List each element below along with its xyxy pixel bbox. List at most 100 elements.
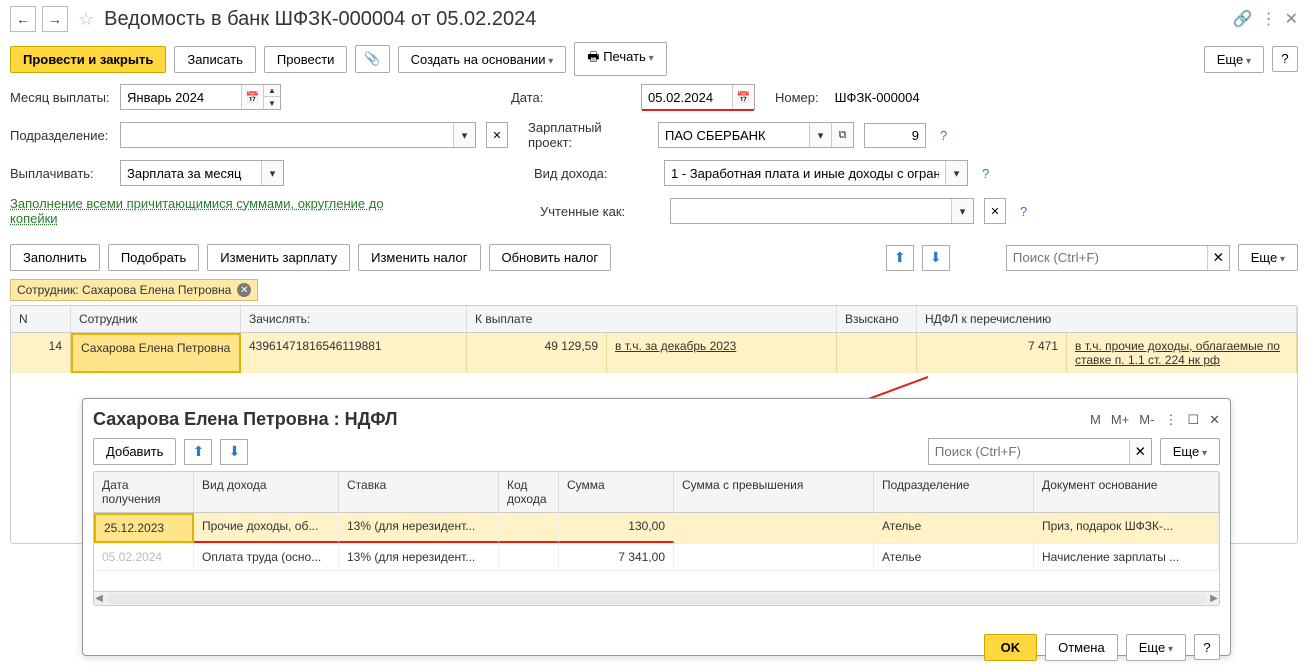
dept-dropdown-icon[interactable]: ▾ [453, 123, 475, 147]
search-input[interactable] [1007, 246, 1207, 269]
popup-search-input[interactable] [929, 440, 1129, 463]
post-button[interactable]: Провести [264, 46, 348, 73]
print-button[interactable]: 🖶 Печать [574, 42, 666, 76]
popup-search-clear-button[interactable]: ✕ [1129, 440, 1151, 464]
popup-move-down-button[interactable]: ⬇ [220, 439, 248, 465]
fill-button[interactable]: Заполнить [10, 244, 100, 271]
mem-mplus-icon[interactable]: М+ [1111, 412, 1129, 427]
month-input[interactable] [121, 86, 241, 109]
mem-m-icon[interactable]: М [1090, 412, 1101, 427]
pth-code[interactable]: Код дохода [499, 472, 559, 512]
more-button[interactable]: Еще [1204, 46, 1264, 73]
update-tax-button[interactable]: Обновить налог [489, 244, 612, 271]
project-help-icon[interactable]: ? [940, 128, 947, 143]
project-num-input[interactable] [865, 124, 925, 147]
income-type-input[interactable] [665, 162, 945, 185]
attach-button[interactable]: 📎 [355, 45, 389, 73]
project-dropdown-icon[interactable]: ▾ [809, 123, 831, 147]
popup-help-button[interactable]: ? [1194, 634, 1220, 660]
ptd-date[interactable]: 25.12.2023 [94, 513, 194, 543]
th-n[interactable]: N [11, 306, 71, 332]
help-button[interactable]: ? [1272, 46, 1298, 72]
popup-maximize-icon[interactable]: ☐ [1187, 412, 1199, 428]
date-calendar-icon[interactable]: 📅 [732, 85, 754, 109]
pth-rate[interactable]: Ставка [339, 472, 499, 512]
popup-table: Дата получения Вид дохода Ставка Код дох… [93, 471, 1220, 606]
close-icon[interactable]: ✕ [1285, 9, 1298, 29]
pick-button[interactable]: Подобрать [108, 244, 199, 271]
pth-doc[interactable]: Документ основание [1034, 472, 1219, 512]
pth-date[interactable]: Дата получения [94, 472, 194, 512]
td-employee[interactable]: Сахарова Елена Петровна [71, 333, 241, 373]
project-input[interactable] [659, 124, 809, 147]
pth-excess[interactable]: Сумма с превышения [674, 472, 874, 512]
accounted-clear-button[interactable]: ✕ [984, 198, 1006, 224]
pay-dropdown-icon[interactable]: ▾ [261, 161, 283, 185]
link-icon[interactable]: 🔗 [1233, 9, 1253, 29]
ptd-type: Оплата труда (осно... [194, 544, 339, 570]
filter-chip-label: Сотрудник: [17, 283, 79, 297]
income-dropdown-icon[interactable]: ▾ [945, 161, 967, 185]
move-down-button[interactable]: ⬇ [922, 245, 950, 271]
save-button[interactable]: Записать [174, 46, 256, 73]
popup-cancel-button[interactable]: Отмена [1045, 634, 1118, 661]
post-close-button[interactable]: Провести и закрыть [10, 46, 166, 73]
actions-more-button[interactable]: Еще [1238, 244, 1298, 271]
popup-add-button[interactable]: Добавить [93, 438, 176, 465]
popup-move-up-button[interactable]: ⬆ [184, 439, 212, 465]
scroll-left-icon[interactable]: ◀ [94, 593, 104, 604]
dept-clear-button[interactable]: ✕ [486, 122, 508, 148]
ptd-date: 05.02.2024 [94, 544, 194, 570]
project-open-icon[interactable]: ⧉ [831, 123, 853, 147]
pth-sum[interactable]: Сумма [559, 472, 674, 512]
date-input[interactable] [642, 86, 732, 109]
popup-kebab-icon[interactable]: ⋮ [1164, 412, 1177, 428]
number-value [829, 86, 949, 109]
th-ndfl[interactable]: НДФЛ к перечислению [917, 306, 1297, 332]
accounted-input[interactable] [671, 200, 951, 223]
ptd-code [499, 544, 559, 570]
table-row[interactable]: 14 Сахарова Елена Петровна 4396147181654… [11, 333, 1297, 373]
change-tax-button[interactable]: Изменить налог [358, 244, 480, 271]
dept-input[interactable] [121, 124, 453, 147]
td-pay-link[interactable]: в т.ч. за декабрь 2023 [615, 339, 736, 353]
ptd-rate: 13% (для нерезидент... [339, 513, 499, 543]
popup-row[interactable]: 05.02.2024 Оплата труда (осно... 13% (дл… [94, 544, 1219, 571]
move-up-button[interactable]: ⬆ [886, 245, 914, 271]
calendar-icon[interactable]: 📅 [241, 85, 263, 109]
kebab-icon[interactable]: ⋮ [1261, 9, 1277, 29]
mem-mminus-icon[interactable]: М- [1139, 412, 1154, 427]
fill-settings-link[interactable]: Заполнение всеми причитающимися суммами,… [10, 196, 410, 226]
th-employee[interactable]: Сотрудник [71, 306, 241, 332]
popup-title: Сахарова Елена Петровна : НДФЛ [93, 409, 398, 430]
td-collected [837, 333, 917, 373]
scroll-right-icon[interactable]: ▶ [1209, 593, 1219, 604]
nav-back-button[interactable]: ← [10, 6, 36, 32]
th-pay[interactable]: К выплате [467, 306, 837, 332]
th-account[interactable]: Зачислять: [241, 306, 467, 332]
accounted-dropdown-icon[interactable]: ▾ [951, 199, 973, 223]
filter-chip-close-icon[interactable]: ✕ [237, 283, 251, 297]
pth-dept[interactable]: Подразделение [874, 472, 1034, 512]
pth-type[interactable]: Вид дохода [194, 472, 339, 512]
popup-h-scrollbar[interactable]: ◀ ▶ [94, 591, 1219, 605]
popup-close-icon[interactable]: ✕ [1209, 412, 1220, 428]
create-based-button[interactable]: Создать на основании [398, 46, 567, 73]
popup-footer-more-button[interactable]: Еще [1126, 634, 1186, 661]
th-collected[interactable]: Взыскано [837, 306, 917, 332]
accounted-help-icon[interactable]: ? [1020, 204, 1027, 219]
printer-icon: 🖶 [587, 49, 599, 64]
popup-row[interactable]: 25.12.2023 Прочие доходы, об... 13% (для… [94, 513, 1219, 544]
income-help-icon[interactable]: ? [982, 166, 989, 181]
popup-more-button[interactable]: Еще [1160, 438, 1220, 465]
page-title: Ведомость в банк ШФЗК-000004 от 05.02.20… [104, 8, 536, 31]
star-icon[interactable]: ☆ [78, 9, 94, 30]
search-clear-button[interactable]: ✕ [1207, 246, 1229, 270]
popup-ok-button[interactable]: OK [984, 634, 1038, 661]
month-up-icon[interactable]: ▲ [264, 85, 280, 97]
change-salary-button[interactable]: Изменить зарплату [207, 244, 350, 271]
month-down-icon[interactable]: ▼ [264, 97, 280, 109]
nav-forward-button[interactable]: → [42, 6, 68, 32]
pay-input[interactable] [121, 162, 261, 185]
td-ndfl-link[interactable]: в т.ч. прочие доходы, облагаемые по став… [1075, 339, 1280, 367]
